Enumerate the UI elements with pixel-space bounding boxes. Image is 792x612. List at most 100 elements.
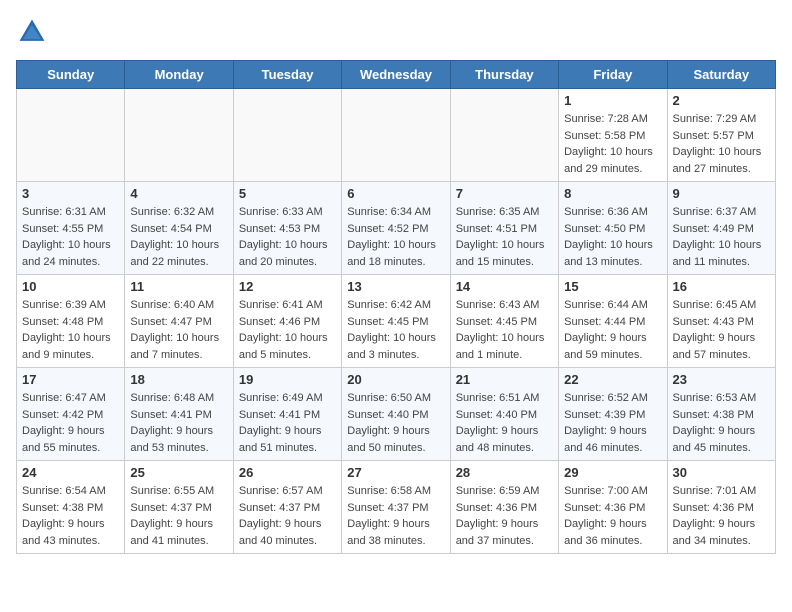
day-info: Sunrise: 6:39 AM Sunset: 4:48 PM Dayligh…: [22, 297, 119, 363]
weekday-header: Monday: [125, 61, 233, 89]
day-number: 14: [456, 279, 553, 294]
day-number: 27: [347, 465, 444, 480]
day-info: Sunrise: 6:49 AM Sunset: 4:41 PM Dayligh…: [239, 390, 336, 456]
calendar-cell: 13 Sunrise: 6:42 AM Sunset: 4:45 PM Dayli…: [342, 275, 450, 368]
weekday-header: Tuesday: [233, 61, 341, 89]
day-info: Sunrise: 6:54 AM Sunset: 4:38 PM Dayligh…: [22, 483, 119, 549]
day-info: Sunrise: 6:40 AM Sunset: 4:47 PM Dayligh…: [130, 297, 227, 363]
day-number: 1: [564, 93, 661, 108]
day-number: 6: [347, 186, 444, 201]
day-info: Sunrise: 6:36 AM Sunset: 4:50 PM Dayligh…: [564, 204, 661, 270]
calendar-week-row: 3Sunrise: 6:31 AM Sunset: 4:55 PM Daylig…: [17, 182, 776, 275]
calendar-cell: 25Sunrise: 6:55 AM Sunset: 4:37 PM Dayli…: [125, 461, 233, 554]
page-header: [16, 16, 776, 48]
calendar-cell: 16 Sunrise: 6:45 AM Sunset: 4:43 PM Dayli…: [667, 275, 775, 368]
day-number: 16: [673, 279, 770, 294]
day-info: Sunrise: 6:45 AM Sunset: 4:43 PM Dayligh…: [673, 297, 770, 363]
calendar-cell: [233, 89, 341, 182]
weekday-header: Friday: [559, 61, 667, 89]
day-info: Sunrise: 6:51 AM Sunset: 4:40 PM Dayligh…: [456, 390, 553, 456]
calendar-week-row: 1 Sunrise: 7:28 AM Sunset: 5:58 PM Daylig…: [17, 89, 776, 182]
weekday-header: Saturday: [667, 61, 775, 89]
day-number: 22: [564, 372, 661, 387]
day-info: Sunrise: 6:59 AM Sunset: 4:36 PM Dayligh…: [456, 483, 553, 549]
calendar-cell: 6 Sunrise: 6:34 AM Sunset: 4:52 PM Daylig…: [342, 182, 450, 275]
day-number: 12: [239, 279, 336, 294]
day-info: Sunrise: 6:37 AM Sunset: 4:49 PM Dayligh…: [673, 204, 770, 270]
day-info: Sunrise: 6:42 AM Sunset: 4:45 PM Dayligh…: [347, 297, 444, 363]
day-number: 20: [347, 372, 444, 387]
calendar-cell: 5 Sunrise: 6:33 AM Sunset: 4:53 PM Daylig…: [233, 182, 341, 275]
calendar-cell: 27 Sunrise: 6:58 AM Sunset: 4:37 PM Dayli…: [342, 461, 450, 554]
day-number: 5: [239, 186, 336, 201]
day-number: 30: [673, 465, 770, 480]
day-number: 23: [673, 372, 770, 387]
logo: [16, 16, 52, 48]
calendar-table: SundayMondayTuesdayWednesdayThursdayFrid…: [16, 60, 776, 554]
day-number: 25: [130, 465, 227, 480]
day-info: Sunrise: 6:47 AM Sunset: 4:42 PM Dayligh…: [22, 390, 119, 456]
calendar-week-row: 10 Sunrise: 6:39 AM Sunset: 4:48 PM Dayli…: [17, 275, 776, 368]
day-number: 19: [239, 372, 336, 387]
day-info: Sunrise: 6:48 AM Sunset: 4:41 PM Dayligh…: [130, 390, 227, 456]
day-info: Sunrise: 6:58 AM Sunset: 4:37 PM Dayligh…: [347, 483, 444, 549]
calendar-cell: [17, 89, 125, 182]
day-number: 15: [564, 279, 661, 294]
day-info: Sunrise: 6:53 AM Sunset: 4:38 PM Dayligh…: [673, 390, 770, 456]
calendar-cell: 11 Sunrise: 6:40 AM Sunset: 4:47 PM Dayli…: [125, 275, 233, 368]
day-number: 29: [564, 465, 661, 480]
calendar-cell: 8Sunrise: 6:36 AM Sunset: 4:50 PM Daylig…: [559, 182, 667, 275]
day-info: Sunrise: 6:52 AM Sunset: 4:39 PM Dayligh…: [564, 390, 661, 456]
calendar-cell: 17 Sunrise: 6:47 AM Sunset: 4:42 PM Dayli…: [17, 368, 125, 461]
calendar-cell: 24Sunrise: 6:54 AM Sunset: 4:38 PM Dayli…: [17, 461, 125, 554]
day-info: Sunrise: 6:33 AM Sunset: 4:53 PM Dayligh…: [239, 204, 336, 270]
calendar-cell: 4 Sunrise: 6:32 AM Sunset: 4:54 PM Daylig…: [125, 182, 233, 275]
day-info: Sunrise: 6:41 AM Sunset: 4:46 PM Dayligh…: [239, 297, 336, 363]
calendar-cell: 3Sunrise: 6:31 AM Sunset: 4:55 PM Daylig…: [17, 182, 125, 275]
calendar-cell: 19 Sunrise: 6:49 AM Sunset: 4:41 PM Dayli…: [233, 368, 341, 461]
calendar-cell: [450, 89, 558, 182]
weekday-header: Wednesday: [342, 61, 450, 89]
day-info: Sunrise: 7:28 AM Sunset: 5:58 PM Dayligh…: [564, 111, 661, 177]
calendar-header-row: SundayMondayTuesdayWednesdayThursdayFrid…: [17, 61, 776, 89]
calendar-cell: 18 Sunrise: 6:48 AM Sunset: 4:41 PM Dayli…: [125, 368, 233, 461]
calendar-cell: 2Sunrise: 7:29 AM Sunset: 5:57 PM Daylig…: [667, 89, 775, 182]
calendar-cell: 15 Sunrise: 6:44 AM Sunset: 4:44 PM Dayli…: [559, 275, 667, 368]
day-number: 10: [22, 279, 119, 294]
day-info: Sunrise: 6:57 AM Sunset: 4:37 PM Dayligh…: [239, 483, 336, 549]
calendar-cell: 10 Sunrise: 6:39 AM Sunset: 4:48 PM Dayli…: [17, 275, 125, 368]
day-info: Sunrise: 7:01 AM Sunset: 4:36 PM Dayligh…: [673, 483, 770, 549]
day-number: 28: [456, 465, 553, 480]
calendar-cell: 1 Sunrise: 7:28 AM Sunset: 5:58 PM Daylig…: [559, 89, 667, 182]
day-number: 4: [130, 186, 227, 201]
calendar-cell: [342, 89, 450, 182]
day-number: 21: [456, 372, 553, 387]
calendar-week-row: 17 Sunrise: 6:47 AM Sunset: 4:42 PM Dayli…: [17, 368, 776, 461]
day-info: Sunrise: 7:00 AM Sunset: 4:36 PM Dayligh…: [564, 483, 661, 549]
calendar-cell: 9Sunrise: 6:37 AM Sunset: 4:49 PM Daylig…: [667, 182, 775, 275]
calendar-cell: 30 Sunrise: 7:01 AM Sunset: 4:36 PM Dayli…: [667, 461, 775, 554]
calendar-cell: 26Sunrise: 6:57 AM Sunset: 4:37 PM Dayli…: [233, 461, 341, 554]
day-info: Sunrise: 6:32 AM Sunset: 4:54 PM Dayligh…: [130, 204, 227, 270]
day-number: 2: [673, 93, 770, 108]
day-number: 17: [22, 372, 119, 387]
calendar-cell: 20 Sunrise: 6:50 AM Sunset: 4:40 PM Dayli…: [342, 368, 450, 461]
calendar-cell: 7 Sunrise: 6:35 AM Sunset: 4:51 PM Daylig…: [450, 182, 558, 275]
calendar-cell: [125, 89, 233, 182]
logo-icon: [16, 16, 48, 48]
weekday-header: Sunday: [17, 61, 125, 89]
calendar-cell: 12 Sunrise: 6:41 AM Sunset: 4:46 PM Dayli…: [233, 275, 341, 368]
day-info: Sunrise: 6:34 AM Sunset: 4:52 PM Dayligh…: [347, 204, 444, 270]
calendar-cell: 22 Sunrise: 6:52 AM Sunset: 4:39 PM Dayli…: [559, 368, 667, 461]
calendar-cell: 23 Sunrise: 6:53 AM Sunset: 4:38 PM Dayli…: [667, 368, 775, 461]
day-number: 18: [130, 372, 227, 387]
calendar-cell: 29 Sunrise: 7:00 AM Sunset: 4:36 PM Dayli…: [559, 461, 667, 554]
day-number: 13: [347, 279, 444, 294]
day-number: 3: [22, 186, 119, 201]
day-info: Sunrise: 6:35 AM Sunset: 4:51 PM Dayligh…: [456, 204, 553, 270]
calendar-cell: 14Sunrise: 6:43 AM Sunset: 4:45 PM Dayli…: [450, 275, 558, 368]
day-info: Sunrise: 6:44 AM Sunset: 4:44 PM Dayligh…: [564, 297, 661, 363]
day-info: Sunrise: 6:50 AM Sunset: 4:40 PM Dayligh…: [347, 390, 444, 456]
day-number: 7: [456, 186, 553, 201]
day-number: 11: [130, 279, 227, 294]
